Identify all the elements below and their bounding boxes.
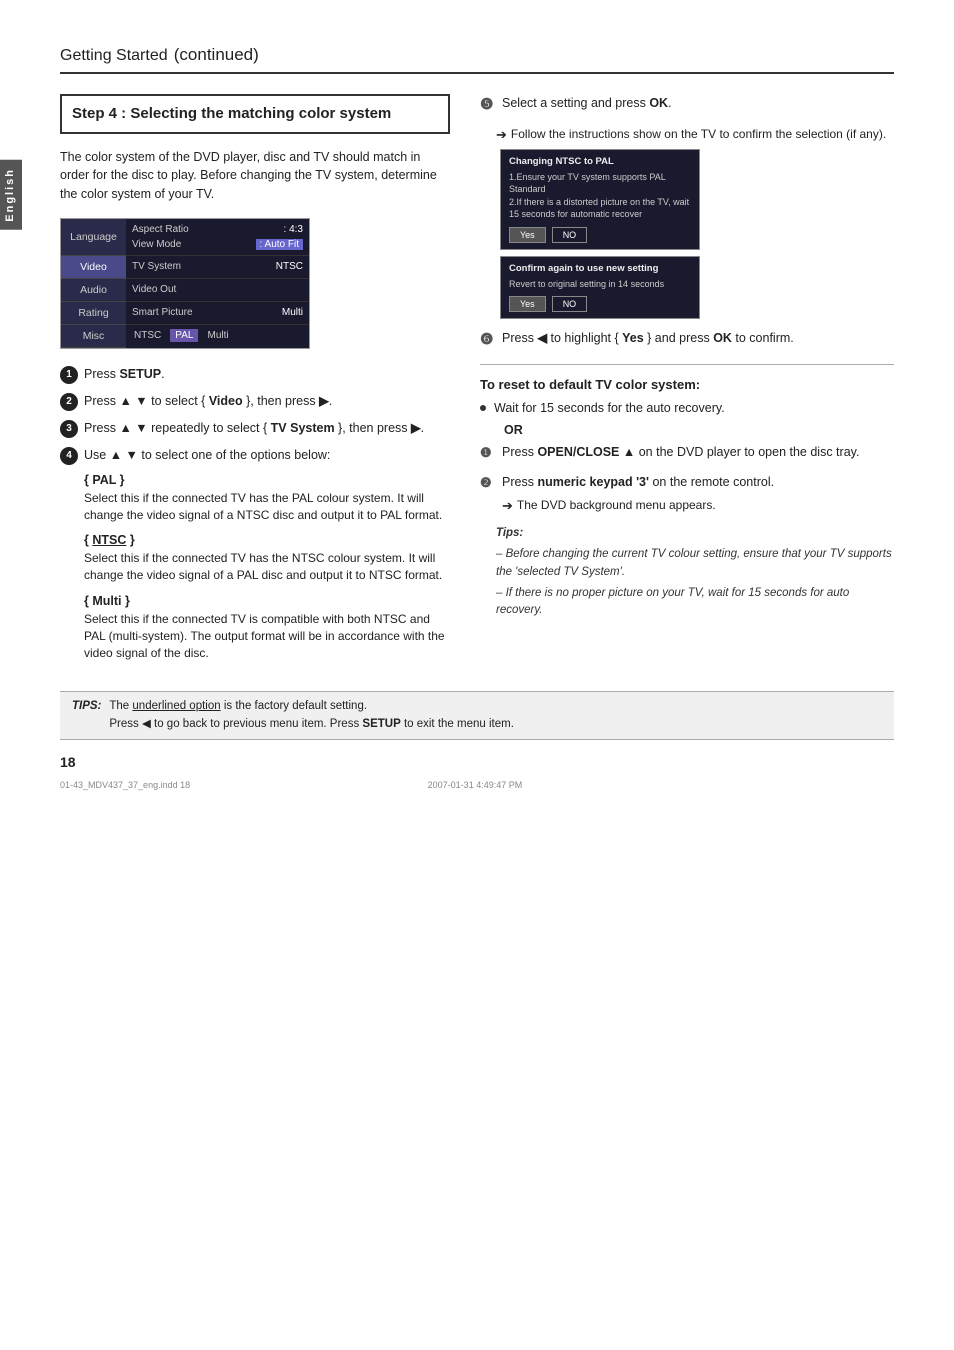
intro-text: The color system of the DVD player, disc… bbox=[60, 148, 450, 204]
dialog-ntsc-to-pal: Changing NTSC to PAL 1.Ensure your TV sy… bbox=[500, 149, 700, 250]
english-tab: English bbox=[0, 160, 22, 230]
reset-title: To reset to default TV color system: bbox=[480, 377, 894, 392]
page-title: Getting Started (continued) bbox=[60, 40, 894, 66]
option-multi: { Multi } Select this if the connected T… bbox=[84, 594, 450, 661]
left-column: Step 4 : Selecting the matching color sy… bbox=[60, 94, 450, 671]
reset-step-1: ❶ Press OPEN/CLOSE ▲ on the DVD player t… bbox=[480, 443, 894, 463]
dialog-confirm: Confirm again to use new setting Revert … bbox=[500, 256, 700, 320]
reset-step2-sub: ➔ The DVD background menu appears. bbox=[502, 496, 774, 516]
page-header: Getting Started (continued) bbox=[60, 40, 894, 74]
menu-item-video: Video bbox=[61, 256, 126, 279]
step-3: 3 Press ▲ ▼ repeatedly to select { TV Sy… bbox=[60, 419, 450, 438]
or-divider: OR bbox=[504, 423, 894, 437]
menu-item-rating: Rating bbox=[61, 302, 126, 325]
dialog2-yes-button[interactable]: Yes bbox=[509, 296, 546, 312]
dialog2-no-button[interactable]: NO bbox=[552, 296, 588, 312]
right-column: ❺ Select a setting and press OK. ➔ Follo… bbox=[480, 94, 894, 671]
page-number: 18 bbox=[60, 754, 894, 770]
menu-item-misc: Misc bbox=[61, 325, 126, 348]
menu-item-language: Language bbox=[61, 219, 126, 256]
right-step-5: ❺ Select a setting and press OK. bbox=[480, 94, 894, 117]
menu-screenshot: Language Aspect Ratio : 4:3 View Mode : … bbox=[60, 218, 310, 349]
step-4: 4 Use ▲ ▼ to select one of the options b… bbox=[60, 446, 450, 465]
reset-step-2: ❷ Press numeric keypad '3' on the remote… bbox=[480, 473, 894, 515]
tips-italic-block: Tips: – Before changing the current TV c… bbox=[496, 525, 894, 619]
dialog1-yes-button[interactable]: Yes bbox=[509, 227, 546, 243]
dialog1-no-button[interactable]: NO bbox=[552, 227, 588, 243]
option-ntsc: { NTSC } Select this if the connected TV… bbox=[84, 533, 450, 584]
footer-text: 01-43_MDV437_37_eng.indd 18 2007-01-31 4… bbox=[60, 780, 894, 790]
step-2: 2 Press ▲ ▼ to select { Video }, then pr… bbox=[60, 392, 450, 411]
menu-item-audio: Audio bbox=[61, 279, 126, 302]
steps-list: 1 Press SETUP. 2 Press ▲ ▼ to select { V… bbox=[60, 365, 450, 465]
right-step-6: ❻ Press ◀ to highlight { Yes } and press… bbox=[480, 329, 894, 352]
tips-box: TIPS: The underlined option is the facto… bbox=[60, 691, 894, 740]
option-pal: { PAL } Select this if the connected TV … bbox=[84, 473, 450, 524]
step5-sub: ➔ Follow the instructions show on the TV… bbox=[496, 127, 894, 143]
step-title: Step 4 : Selecting the matching color sy… bbox=[60, 94, 450, 134]
reset-bullet-1: Wait for 15 seconds for the auto recover… bbox=[480, 400, 894, 418]
step-1: 1 Press SETUP. bbox=[60, 365, 450, 384]
